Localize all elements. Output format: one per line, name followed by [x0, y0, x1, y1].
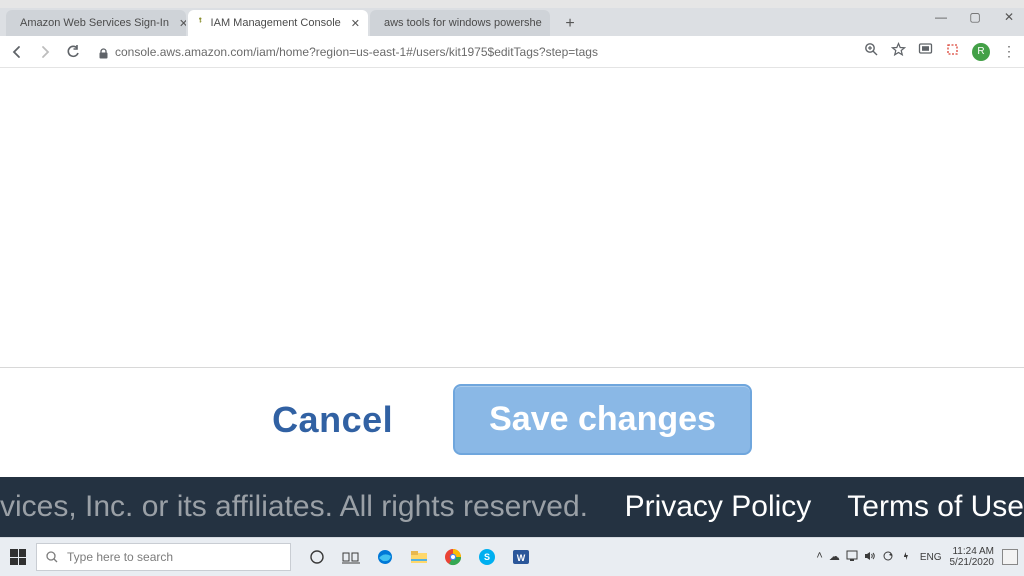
- svg-text:S: S: [484, 552, 490, 562]
- tray-date: 5/21/2020: [950, 557, 995, 568]
- tab-label: Amazon Web Services Sign-In: [20, 17, 169, 29]
- tab-google-search[interactable]: aws tools for windows powershe ✕: [370, 10, 550, 36]
- skype-icon[interactable]: S: [475, 545, 499, 569]
- iam-favicon-icon: [196, 16, 205, 30]
- window-controls: — ▢ ✕: [932, 10, 1018, 24]
- new-tab-button[interactable]: +: [558, 12, 582, 36]
- taskbar-pinned: S W: [305, 545, 533, 569]
- close-icon[interactable]: ✕: [351, 17, 360, 30]
- start-button[interactable]: [0, 538, 36, 576]
- file-explorer-icon[interactable]: [407, 545, 431, 569]
- toolbar-right: R ⋮: [864, 42, 1016, 62]
- minimize-button[interactable]: —: [932, 10, 950, 24]
- chrome-icon[interactable]: [441, 545, 465, 569]
- sync-icon[interactable]: [882, 550, 894, 565]
- power-icon[interactable]: [900, 550, 912, 565]
- plus-icon: +: [565, 15, 574, 33]
- tray-time: 11:24 AM: [950, 546, 995, 557]
- chevron-up-icon[interactable]: ˄: [816, 550, 822, 565]
- browser-toolbar: console.aws.amazon.com/iam/home?region=u…: [0, 36, 1024, 68]
- tray-language[interactable]: ENG: [920, 552, 942, 563]
- form-actions: Cancel Save changes: [0, 384, 1024, 455]
- windows-taskbar: Type here to search S W ˄ ☁ ENG 11:24 AM…: [0, 537, 1024, 576]
- taskbar-search[interactable]: Type here to search: [36, 543, 291, 571]
- task-view-icon[interactable]: [339, 545, 363, 569]
- onedrive-icon[interactable]: ☁: [829, 550, 840, 565]
- footer-privacy-link[interactable]: Privacy Policy: [607, 490, 830, 524]
- address-bar[interactable]: console.aws.amazon.com/iam/home?region=u…: [92, 45, 598, 59]
- search-icon: [45, 550, 59, 564]
- close-window-button[interactable]: ✕: [1000, 10, 1018, 24]
- cortana-icon[interactable]: [305, 545, 329, 569]
- cast-icon[interactable]: [918, 42, 933, 62]
- reload-button[interactable]: [64, 43, 82, 61]
- system-tray: ˄ ☁ ENG 11:24 AM 5/21/2020: [816, 538, 1018, 576]
- window-titlebar-strip: [0, 0, 1024, 8]
- search-placeholder: Type here to search: [67, 550, 173, 564]
- page-content: Cancel Save changes vices, Inc. or its a…: [0, 68, 1024, 537]
- browser-tab-bar: Amazon Web Services Sign-In ✕ IAM Manage…: [0, 8, 1024, 36]
- zoom-icon[interactable]: [864, 42, 879, 62]
- profile-avatar[interactable]: R: [972, 43, 990, 61]
- tab-label: IAM Management Console: [211, 17, 341, 29]
- lock-icon: [98, 46, 109, 57]
- close-icon[interactable]: ✕: [179, 17, 186, 30]
- extension-icon[interactable]: [945, 42, 960, 62]
- windows-logo-icon: [10, 549, 26, 565]
- tray-clock[interactable]: 11:24 AM 5/21/2020: [950, 546, 995, 568]
- tab-label: aws tools for windows powershe: [384, 17, 542, 29]
- tab-iam-console[interactable]: IAM Management Console ✕: [188, 10, 368, 36]
- save-changes-button[interactable]: Save changes: [453, 384, 752, 455]
- back-button[interactable]: [8, 43, 26, 61]
- action-center-icon[interactable]: [1002, 549, 1018, 565]
- footer-terms-link[interactable]: Terms of Use: [829, 490, 1024, 524]
- volume-icon[interactable]: [864, 550, 876, 565]
- url-text: console.aws.amazon.com/iam/home?region=u…: [115, 45, 598, 59]
- footer-copyright: vices, Inc. or its affiliates. All right…: [0, 490, 606, 524]
- cancel-button[interactable]: Cancel: [272, 399, 393, 441]
- browser-menu-button[interactable]: ⋮: [1002, 43, 1016, 60]
- network-icon[interactable]: [846, 550, 858, 565]
- edge-icon[interactable]: [373, 545, 397, 569]
- aws-console-footer: vices, Inc. or its affiliates. All right…: [0, 477, 1024, 537]
- word-icon[interactable]: W: [509, 545, 533, 569]
- svg-text:W: W: [517, 553, 526, 563]
- star-icon[interactable]: [891, 42, 906, 62]
- tray-icons: ˄ ☁: [816, 550, 911, 565]
- section-divider: [0, 367, 1024, 368]
- maximize-button[interactable]: ▢: [966, 10, 984, 24]
- tab-aws-signin[interactable]: Amazon Web Services Sign-In ✕: [6, 10, 186, 36]
- forward-button[interactable]: [36, 43, 54, 61]
